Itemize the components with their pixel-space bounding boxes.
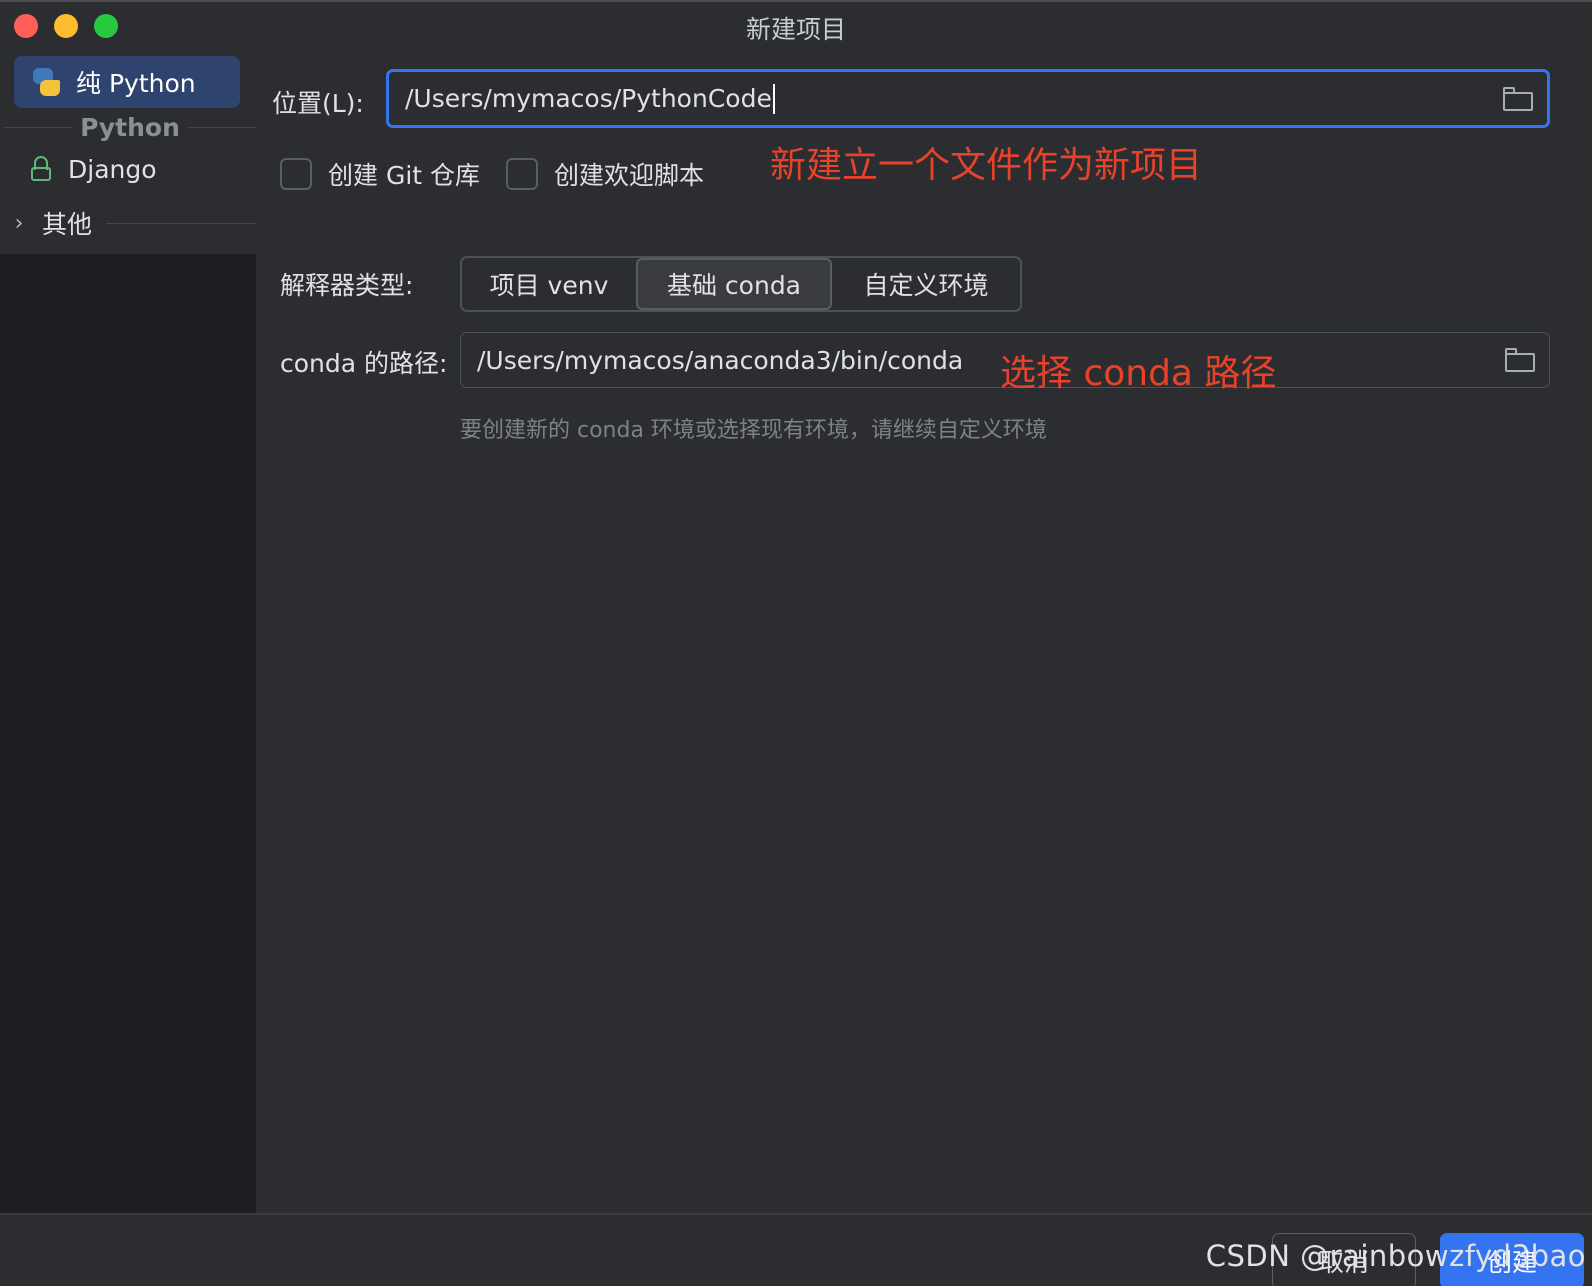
chevron-right-icon[interactable]: ›: [0, 211, 32, 236]
checkbox-label: 创建 Git 仓库: [328, 161, 481, 190]
folder-icon[interactable]: [1505, 348, 1535, 372]
sidebar-item-label: 纯 Python: [76, 69, 196, 98]
sidebar-item-django[interactable]: Django: [30, 146, 157, 192]
sidebar-item-pure-python[interactable]: 纯 Python: [14, 56, 240, 108]
sidebar-section-python: Python: [0, 112, 256, 142]
checkbox-box[interactable]: [280, 158, 312, 190]
python-icon: [30, 66, 62, 98]
dialog-footer: 取消 创建 CSDN @rainbowzfyd3bao: [0, 1213, 1592, 1286]
project-type-sidebar: 纯 Python Python Django › 其他: [0, 48, 256, 1213]
conda-annotation: 选择 conda 路径: [1000, 353, 1277, 394]
checkbox-label: 创建欢迎脚本: [554, 161, 705, 190]
section-divider: [4, 126, 73, 128]
sidebar-group-other[interactable]: › 其他: [0, 200, 256, 246]
watermark-text: CSDN @rainbowzfyd3bao: [1205, 1239, 1586, 1273]
interpreter-type-segmented-control: 项目 venv 基础 conda 自定义环境: [460, 256, 1022, 312]
location-label: 位置(L):: [272, 89, 364, 118]
location-value: /Users/mymacos/PythonCode: [405, 84, 772, 113]
lock-icon: [30, 156, 52, 182]
sidebar-upper-panel: 纯 Python Python Django › 其他: [0, 48, 256, 254]
conda-hint-text: 要创建新的 conda 环境或选择现有环境，请继续自定义环境: [460, 418, 1047, 443]
project-settings-panel: 位置(L): /Users/mymacos/PythonCode 新建立一个文件…: [256, 48, 1592, 1213]
interpreter-option-venv[interactable]: 项目 venv: [462, 258, 636, 310]
folder-icon[interactable]: [1503, 86, 1533, 111]
sidebar-item-label: Django: [68, 154, 157, 184]
interpreter-type-label: 解释器类型:: [280, 271, 414, 300]
window-title: 新建项目: [745, 15, 846, 44]
title-bar: 新建项目: [0, 0, 1592, 48]
interpreter-option-base-conda[interactable]: 基础 conda: [636, 258, 832, 310]
group-divider: [106, 222, 256, 224]
conda-path-label: conda 的路径:: [280, 349, 448, 378]
create-git-repo-checkbox[interactable]: 创建 Git 仓库: [280, 156, 480, 192]
text-caret: [772, 83, 775, 114]
checkbox-box[interactable]: [506, 158, 538, 190]
location-annotation: 新建立一个文件作为新项目: [770, 145, 1203, 186]
interpreter-option-custom-env[interactable]: 自定义环境: [832, 258, 1020, 310]
sidebar-group-label: 其他: [42, 210, 93, 239]
location-input[interactable]: /Users/mymacos/PythonCode: [386, 69, 1550, 128]
conda-path-value: /Users/mymacos/anaconda3/bin/conda: [477, 345, 964, 375]
create-welcome-script-checkbox[interactable]: 创建欢迎脚本: [506, 156, 704, 192]
section-divider: [187, 126, 256, 128]
section-label: Python: [80, 112, 180, 142]
